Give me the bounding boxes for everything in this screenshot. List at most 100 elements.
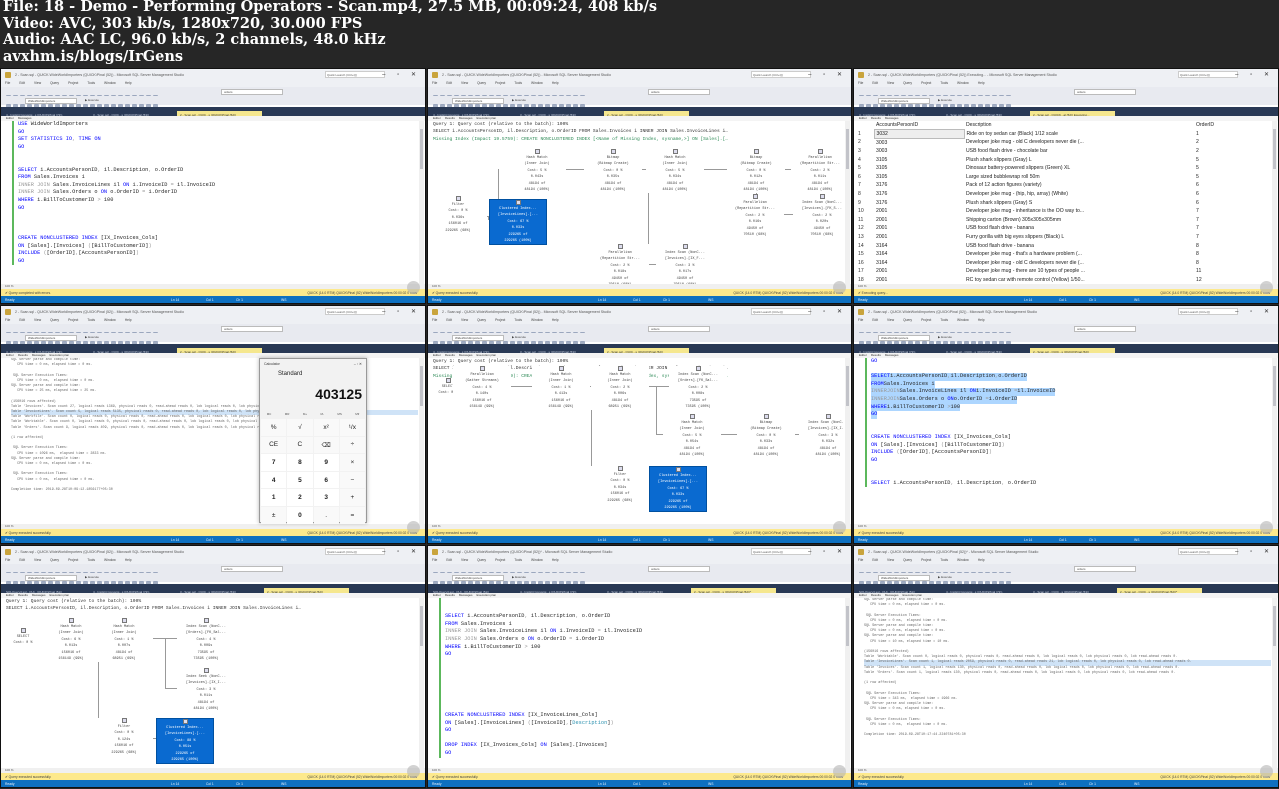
plan-operator-node[interactable]: Index Scan (NonC... [Invoices].[IX_F... Co…: [656, 244, 714, 284]
calculator-window-controls[interactable]: – ▫ ✕: [354, 362, 362, 366]
result-tab-editor[interactable]: Editor: [433, 116, 441, 120]
grid-cell[interactable]: 6: [1194, 190, 1271, 199]
grid-cell[interactable]: 6: [1194, 198, 1271, 207]
quick-launch-input[interactable]: Quick Launch (Ctrl+Q): [751, 548, 811, 555]
menu-query[interactable]: Query: [477, 81, 486, 85]
calculator-key[interactable]: ⌫: [313, 436, 339, 454]
menu-edit[interactable]: Edit: [19, 318, 25, 322]
menu-view[interactable]: View: [34, 558, 41, 562]
grid-cell[interactable]: 8: [1194, 250, 1271, 259]
table-row[interactable]: 3 3003 USB food flash drive - chocolate ba…: [856, 147, 1271, 156]
execute-button[interactable]: ▶ Execute: [510, 98, 540, 104]
result-tab-messages[interactable]: Messages: [459, 116, 473, 120]
grid-cell[interactable]: 2001: [874, 207, 964, 216]
database-dropdown[interactable]: WideWorldImporters: [878, 575, 930, 581]
plan-operator-node[interactable]: Bitmap (Bitmap Create) Cost: 0 % 0.033s 4819…: [737, 414, 795, 459]
database-dropdown[interactable]: WideWorldImporters: [452, 335, 504, 341]
plan-operator-node[interactable]: Parallelism (Repartition Str... Cost: 2 % 0…: [726, 194, 784, 239]
quick-launch-input[interactable]: Quick Launch (Ctrl+Q): [325, 548, 385, 555]
scroll-thumb[interactable]: [846, 366, 849, 406]
menu-help[interactable]: Help: [552, 318, 559, 322]
table-row[interactable]: 12 2001 USB food flash drive - banana 7: [856, 224, 1271, 233]
result-tab-results[interactable]: Results: [871, 593, 881, 597]
grid-cell[interactable]: 5: [1194, 155, 1271, 164]
result-tab-editor[interactable]: Editor: [6, 116, 14, 120]
window-controls[interactable]: – ▫ ✕: [1235, 548, 1274, 555]
menu-help[interactable]: Help: [125, 318, 132, 322]
grid-cell[interactable]: 3176: [874, 181, 964, 190]
database-dropdown[interactable]: WideWorldImporters: [878, 335, 930, 341]
table-row[interactable]: 13 2001 Furry gorilla with big eyes slippe…: [856, 233, 1271, 242]
grid-cell[interactable]: 3003: [874, 147, 964, 156]
menu-project[interactable]: Project: [921, 558, 931, 562]
vertical-scrollbar[interactable]: [419, 598, 424, 768]
plan-operator-node[interactable]: Filter Cost: 0 % 0.124s 156016 of 229265 (68…: [95, 718, 153, 757]
plan-operator-node[interactable]: Clustered Index... [InvoiceLines].[... Cos…: [156, 718, 214, 765]
grid-cell[interactable]: Large sized bubblewrap roll 50m: [964, 173, 1194, 182]
menu-help[interactable]: Help: [125, 81, 132, 85]
menu-view[interactable]: View: [34, 318, 41, 322]
execute-button[interactable]: ▶ Execute: [510, 575, 540, 581]
grid-cell[interactable]: Plush shark slippers (Gray) S: [964, 198, 1194, 207]
window-controls[interactable]: – ▫ ✕: [382, 308, 421, 315]
grid-cell[interactable]: Developer joke mug - old C developers ne…: [964, 259, 1194, 268]
menu-query[interactable]: Query: [903, 81, 912, 85]
grid-cell[interactable]: Developer joke mug - there are 10 types …: [964, 267, 1194, 276]
execute-button[interactable]: ▶ Execute: [936, 335, 966, 341]
calculator-key[interactable]: 0: [287, 506, 313, 524]
menu-help[interactable]: Help: [552, 81, 559, 85]
table-row[interactable]: 5 3105 Dinosaur battery-powered slippers (…: [856, 164, 1271, 173]
menu-file[interactable]: File: [858, 318, 863, 322]
execute-button[interactable]: ▶ Execute: [83, 335, 113, 341]
table-row[interactable]: 4 3105 Plush shark slippers (Gray) L5: [856, 155, 1271, 164]
quick-launch-input[interactable]: Quick Launch (Ctrl+Q): [751, 71, 811, 78]
result-tab-results[interactable]: Results: [445, 593, 455, 597]
calculator-key[interactable]: 3: [313, 489, 339, 506]
menu-edit[interactable]: Edit: [19, 558, 25, 562]
table-row[interactable]: 16 3164 Developer joke mug - old C develop…: [856, 259, 1271, 268]
grid-cell[interactable]: 2001: [874, 267, 964, 276]
menu-edit[interactable]: Edit: [872, 318, 878, 322]
quick-launch-input[interactable]: Quick Launch (Ctrl+Q): [1178, 308, 1238, 315]
quick-launch-input[interactable]: Quick Launch (Ctrl+Q): [325, 308, 385, 315]
quick-launch-input[interactable]: Quick Launch (Ctrl+Q): [325, 71, 385, 78]
calculator-key[interactable]: 9: [313, 454, 339, 471]
plan-operator-node[interactable]: Hash Match (Inner Join) Cost: 5 % 0.034s 481…: [646, 149, 704, 194]
plan-operator-node[interactable]: Bitmap (Bitmap Create) Cost: 0 % 0.035s 4819…: [584, 149, 642, 194]
memory-button[interactable]: M+: [303, 412, 307, 416]
execute-button[interactable]: ▶ Execute: [936, 575, 966, 581]
calculator-key[interactable]: 2: [287, 489, 313, 506]
grid-cell[interactable]: Pack of 12 action figures (variety): [964, 181, 1194, 190]
menu-edit[interactable]: Edit: [446, 558, 452, 562]
grid-cell[interactable]: USB food flash drive - chocolate bar: [964, 147, 1194, 156]
menu-tools[interactable]: Tools: [87, 558, 95, 562]
grid-cell[interactable]: 5: [1194, 164, 1271, 173]
table-row[interactable]: 1 3032 Ride on toy sedan car (Black) 1/12 …: [856, 129, 1271, 139]
table-row[interactable]: 9 3176 Plush shark slippers (Gray) S6: [856, 198, 1271, 207]
sql-editor[interactable]: GO SELECT i.AccountsPersonID, il.Descrip…: [856, 358, 1271, 488]
menu-project[interactable]: Project: [495, 558, 505, 562]
result-tab-messages[interactable]: Messages: [459, 353, 473, 357]
grid-cell[interactable]: Shipping carton (Brown) 305x305x305mm: [964, 216, 1194, 225]
menu-query[interactable]: Query: [903, 318, 912, 322]
result-tab-messages[interactable]: Messages: [32, 593, 46, 597]
menu-file[interactable]: File: [432, 81, 437, 85]
menu-window[interactable]: Window: [104, 81, 116, 85]
grid-cell[interactable]: USB food flash drive - banana: [964, 224, 1194, 233]
plan-operator-node[interactable]: Filter Cost: 0 % 0.034s 156016 of 229265 (68…: [591, 466, 649, 505]
menu-project[interactable]: Project: [68, 558, 78, 562]
grid-cell[interactable]: 2: [1194, 147, 1271, 156]
plan-operator-node[interactable]: Hash Match (Inner Join) Cost: 1 % 0.007s 481…: [95, 618, 153, 663]
menu-query[interactable]: Query: [903, 558, 912, 562]
grid-cell[interactable]: USB food flash drive - banana: [964, 241, 1194, 250]
table-row[interactable]: 11 2001 Shipping carton (Brown) 305x305x30…: [856, 216, 1271, 225]
result-tab-messages[interactable]: Messages: [18, 116, 32, 120]
menu-tools[interactable]: Tools: [87, 81, 95, 85]
calculator-key[interactable]: =: [339, 506, 365, 524]
grid-cell[interactable]: 3176: [874, 198, 964, 207]
grid-cell[interactable]: 5: [1194, 173, 1271, 182]
result-tab-execution-plan[interactable]: Execution plan: [50, 353, 70, 357]
result-tab-editor[interactable]: Editor: [859, 593, 867, 597]
grid-cell[interactable]: 2001: [874, 276, 964, 284]
menu-project[interactable]: Project: [68, 318, 78, 322]
